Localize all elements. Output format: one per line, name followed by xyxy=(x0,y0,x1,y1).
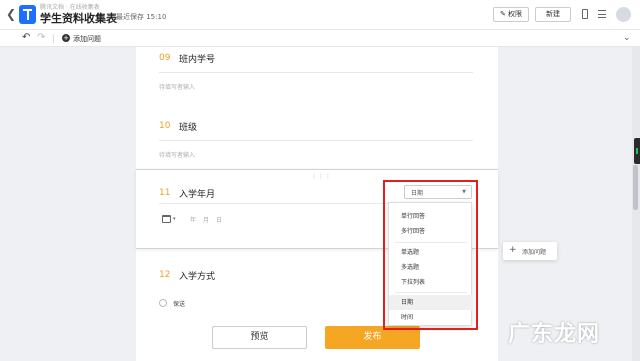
menu-icon[interactable] xyxy=(598,10,606,18)
back-icon[interactable]: ❮ xyxy=(6,7,16,21)
top-bar: ❮ 腾讯文档 · 在线收集表 学生资料收集表 最近保存 15:10 ✎ 权限 新… xyxy=(0,0,640,30)
highlight-box xyxy=(383,180,478,330)
save-status: 最近保存 15:10 xyxy=(116,13,167,21)
question-title[interactable]: 班内学号 xyxy=(179,52,215,65)
divider xyxy=(159,140,473,141)
answer-placeholder: 待填写者输入 xyxy=(159,152,196,159)
app-logo-icon[interactable] xyxy=(19,5,36,24)
permission-button[interactable]: ✎ 权限 xyxy=(493,7,529,22)
toolbar-divider xyxy=(53,34,54,43)
question-title[interactable]: 入学年月 xyxy=(179,187,215,200)
watermark: 广东龙网 xyxy=(508,322,601,347)
answer-placeholder: 待填写者输入 xyxy=(159,84,196,91)
radio-button[interactable] xyxy=(159,299,167,307)
new-button[interactable]: 新建 xyxy=(535,7,571,22)
question-title[interactable]: 班级 xyxy=(179,120,197,133)
add-question-icon[interactable]: + xyxy=(62,34,70,42)
divider xyxy=(159,203,389,204)
date-month: 月 xyxy=(203,217,210,224)
permission-label: 权限 xyxy=(508,10,523,18)
radio-option-label[interactable]: 保送 xyxy=(173,299,185,308)
drag-handle-icon[interactable]: ⋮⋮⋮ xyxy=(311,173,332,180)
question-number: 12 xyxy=(159,270,171,280)
question-number: 09 xyxy=(159,53,171,63)
preview-button[interactable]: 预览 xyxy=(212,326,307,349)
side-panel-tab[interactable] xyxy=(634,138,640,164)
add-question-button[interactable]: 添加问题 xyxy=(73,34,101,44)
document-title[interactable]: 学生资料收集表 xyxy=(40,10,117,26)
floating-add-question-button[interactable]: + 添加问题 xyxy=(503,242,557,260)
redo-icon[interactable]: ↷ xyxy=(37,32,45,43)
calendar-icon[interactable] xyxy=(162,215,171,223)
floating-add-question-label: 添加问题 xyxy=(522,249,547,256)
divider xyxy=(159,72,473,73)
scrollbar-thumb[interactable] xyxy=(633,165,638,210)
date-day: 日 xyxy=(216,217,223,224)
caret-down-icon[interactable]: ▾ xyxy=(173,216,176,222)
question-number: 11 xyxy=(159,188,171,198)
mobile-preview-icon[interactable] xyxy=(582,9,588,19)
question-title[interactable]: 入学方式 xyxy=(179,269,215,282)
question-number: 10 xyxy=(159,121,171,131)
avatar[interactable] xyxy=(616,7,631,22)
plus-icon: + xyxy=(509,245,517,255)
undo-icon[interactable]: ↶ xyxy=(22,32,30,43)
date-year: 年 xyxy=(190,217,197,224)
toolbar: ↶ ↷ + 添加问题 ⌄ xyxy=(0,30,640,47)
collapse-icon[interactable]: ⌄ xyxy=(623,33,631,43)
